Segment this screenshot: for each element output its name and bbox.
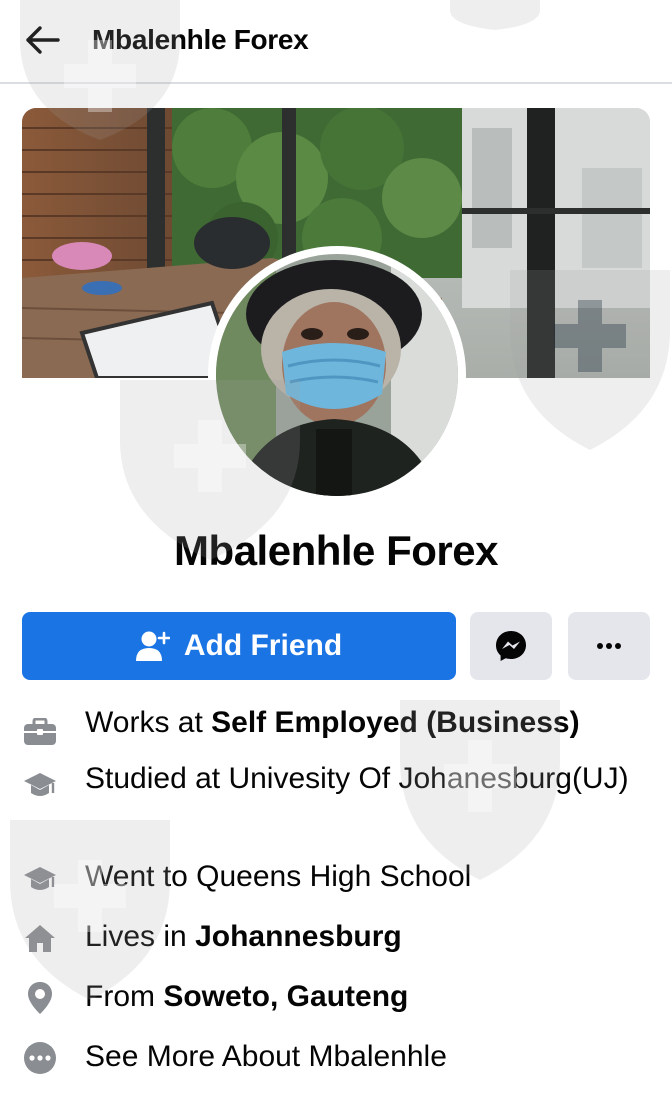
back-arrow-icon[interactable] <box>22 22 62 58</box>
more-options-button[interactable] <box>568 612 650 680</box>
about-section: Works at Self Employed (Business) Studie… <box>0 702 672 1096</box>
ellipsis-icon <box>597 643 621 649</box>
about-lives: Lives in Johannesburg <box>0 916 672 976</box>
top-bar: Mbalenhle Forex <box>0 0 672 84</box>
about-from-value: Soweto, Gauteng <box>163 980 409 1013</box>
about-highschool-text: Went to Queens High School <box>85 860 472 893</box>
see-more-link[interactable]: See More About Mbalenhle <box>85 1036 645 1078</box>
graduation-cap-icon <box>22 862 58 898</box>
about-from: From Soweto, Gauteng <box>0 976 672 1036</box>
graduation-cap-icon <box>22 768 58 804</box>
home-icon <box>22 920 58 956</box>
profile-name: Mbalenhle Forex <box>174 527 498 574</box>
page-title: Mbalenhle Forex <box>92 24 309 55</box>
about-work-value: Self Employed (Business) <box>211 706 580 739</box>
about-lives-value: Johannesburg <box>195 920 402 953</box>
location-pin-icon <box>22 980 58 1016</box>
about-lives-prefix: Lives in <box>85 920 196 953</box>
about-from-prefix: From <box>85 980 164 1013</box>
about-highschool: Went to Queens High School <box>0 856 672 916</box>
add-friend-label: Add Friend <box>183 629 343 662</box>
about-work-prefix: Works at <box>85 706 212 739</box>
add-friend-button[interactable]: Add Friend <box>22 612 456 680</box>
profile-avatar[interactable] <box>216 254 458 496</box>
more-dots-icon <box>22 1040 58 1076</box>
about-university: Studied at Univesity Of Johanesburg(UJ) <box>0 758 672 856</box>
messenger-icon <box>496 631 526 661</box>
about-work: Works at Self Employed (Business) <box>0 702 672 764</box>
about-see-more[interactable]: See More About Mbalenhle <box>0 1036 672 1096</box>
messenger-button[interactable] <box>470 612 552 680</box>
about-university-text: Studied at Univesity Of Johanesburg(UJ) <box>85 762 629 795</box>
add-friend-icon <box>135 631 170 661</box>
briefcase-icon <box>22 714 58 750</box>
